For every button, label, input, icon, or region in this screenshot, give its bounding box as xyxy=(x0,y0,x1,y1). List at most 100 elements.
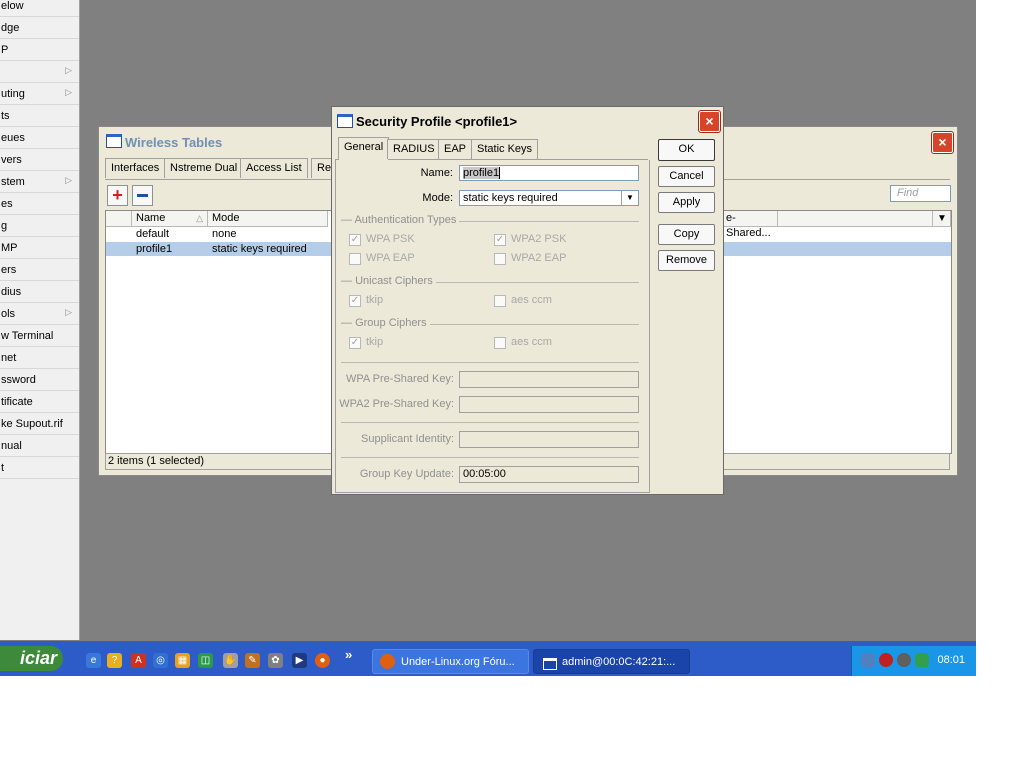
close-icon[interactable]: × xyxy=(931,131,954,154)
sidebar-item[interactable]: ssword xyxy=(0,370,79,391)
sidebar-item-label: ke Supout.rif xyxy=(1,418,63,430)
tab-radius[interactable]: RADIUS xyxy=(387,139,441,159)
close-icon[interactable]: × xyxy=(698,110,721,133)
ok-button[interactable]: OK xyxy=(658,139,715,161)
sidebar-item-label: t xyxy=(1,462,5,474)
sidebar-item[interactable]: net xyxy=(0,348,79,369)
sidebar-item[interactable]: dge xyxy=(0,18,79,39)
help-icon[interactable]: ? xyxy=(107,653,122,668)
tab-access-list[interactable]: Access List xyxy=(240,158,308,178)
pdf-reader-icon[interactable]: A xyxy=(131,653,146,668)
check-icon: ✓ xyxy=(349,295,361,307)
users-icon[interactable] xyxy=(915,653,929,667)
sidebar-item-label: P xyxy=(1,44,9,56)
sidebar-item[interactable]: g xyxy=(0,216,79,237)
security-shield-icon[interactable] xyxy=(879,653,893,667)
tab-general[interactable]: General xyxy=(338,137,390,160)
column-header-blank xyxy=(106,211,132,227)
window-icon xyxy=(337,114,353,128)
sidebar-item[interactable]: ols ▷ xyxy=(0,304,79,325)
taskbar-window-winbox[interactable]: admin@00:0C:42:21:... xyxy=(533,649,690,674)
sidebar-item[interactable]: t xyxy=(0,458,79,479)
sidebar-item-label: ts xyxy=(1,110,10,122)
sidebar-item[interactable]: w Terminal xyxy=(0,326,79,347)
sidebar-item[interactable]: stem ▷ xyxy=(0,172,79,193)
sidebar-item[interactable]: uting ▷ xyxy=(0,84,79,105)
column-header-blank xyxy=(778,211,933,227)
sidebar-item-label: nual xyxy=(1,440,22,452)
copy-button[interactable]: Copy xyxy=(658,224,715,245)
sidebar-item[interactable]: vers xyxy=(0,150,79,171)
sidebar-item[interactable]: dius xyxy=(0,282,79,303)
cancel-button[interactable]: Cancel xyxy=(658,166,715,187)
mode-select[interactable]: static keys required ▼ xyxy=(459,190,639,206)
column-header-mode[interactable]: Mode xyxy=(208,211,328,227)
divider xyxy=(341,362,639,363)
clock: 08:01 xyxy=(937,654,965,666)
settings-icon[interactable]: ✿ xyxy=(268,653,283,668)
sidebar-item[interactable]: ke Supout.rif xyxy=(0,414,79,435)
network-app-icon[interactable]: ◫ xyxy=(198,653,213,668)
sidebar-item-label: es xyxy=(1,198,13,210)
row-name: profile1 xyxy=(136,243,173,255)
check-icon: ✓ xyxy=(349,234,361,246)
name-input[interactable]: profile1 xyxy=(459,165,639,181)
sidebar-item[interactable]: ers xyxy=(0,260,79,281)
column-chooser-icon[interactable]: ▼ xyxy=(933,211,951,227)
sidebar-item[interactable]: elow xyxy=(0,0,79,17)
sidebar-item-label: vers xyxy=(1,154,22,166)
sidebar-item-label: w Terminal xyxy=(1,330,54,342)
remove-icon[interactable] xyxy=(132,185,153,206)
sidebar-item-label: ols xyxy=(1,308,16,320)
taskbar-window-firefox[interactable]: Under-Linux.org Fóru... xyxy=(372,649,529,674)
row-name: default xyxy=(136,228,170,240)
tools-icon[interactable]: ✎ xyxy=(245,653,260,668)
browser-icon[interactable]: ◎ xyxy=(153,653,168,668)
sidebar-item-label: g xyxy=(1,220,8,232)
row-mode: static keys required xyxy=(212,243,307,255)
security-profile-titlebar[interactable]: Security Profile <profile1> × xyxy=(332,107,723,133)
wpa-psk-key-input[interactable] xyxy=(459,371,639,388)
firefox-icon[interactable]: ● xyxy=(315,653,330,668)
grid-app-icon[interactable]: ▦ xyxy=(175,653,190,668)
sidebar-item-label: ers xyxy=(1,264,17,276)
window-title: Wireless Tables xyxy=(125,135,223,150)
internet-explorer-icon[interactable]: e xyxy=(86,653,101,668)
sidebar-item[interactable]: eues xyxy=(0,128,79,149)
security-profile-dialog: Security Profile <profile1> × General RA… xyxy=(331,106,724,495)
name-label: Name: xyxy=(420,167,453,179)
sidebar-item-label: stem xyxy=(1,176,25,188)
sidebar-item[interactable]: nual xyxy=(0,436,79,457)
add-icon[interactable]: + xyxy=(107,185,128,206)
divider xyxy=(341,457,639,458)
sidebar-item[interactable]: ▷ xyxy=(0,62,79,83)
group-key-update-input[interactable]: 00:05:00 xyxy=(459,466,639,483)
start-button[interactable]: iciar xyxy=(0,646,63,671)
column-header-name[interactable]: Name △ xyxy=(132,211,208,227)
terminal-icon[interactable]: ▶ xyxy=(292,653,307,668)
network-icon[interactable] xyxy=(861,653,875,667)
tab-interfaces[interactable]: Interfaces xyxy=(105,158,166,178)
wpa2-psk-key-input[interactable] xyxy=(459,396,639,413)
sidebar-item-label: elow xyxy=(1,0,24,12)
sidebar-item[interactable]: es xyxy=(0,194,79,215)
sidebar-item-label: tificate xyxy=(1,396,33,408)
antivirus-icon[interactable] xyxy=(897,653,911,667)
tab-strip: General RADIUS EAP Static Keys xyxy=(335,137,648,160)
status-text: 2 items (1 selected) xyxy=(108,455,204,467)
remove-button[interactable]: Remove xyxy=(658,250,715,271)
apply-button[interactable]: Apply xyxy=(658,192,715,213)
sidebar-item[interactable]: MP xyxy=(0,238,79,259)
sidebar-item-label: dge xyxy=(1,22,20,34)
supplicant-identity-input[interactable] xyxy=(459,431,639,448)
sidebar-item[interactable]: ts xyxy=(0,106,79,127)
more-quicklaunch-icon[interactable]: » xyxy=(345,647,352,662)
sidebar-item[interactable]: P xyxy=(0,40,79,61)
hand-tool-icon[interactable]: ✋ xyxy=(223,653,238,668)
tab-eap[interactable]: EAP xyxy=(438,139,473,159)
sidebar-item[interactable]: tificate xyxy=(0,392,79,413)
tab-nstreme-dual[interactable]: Nstreme Dual xyxy=(164,158,244,178)
find-input[interactable]: Find xyxy=(890,185,951,202)
column-header-wpa2-key[interactable]: e-Shared... xyxy=(722,211,778,239)
tab-static-keys[interactable]: Static Keys xyxy=(471,139,539,159)
